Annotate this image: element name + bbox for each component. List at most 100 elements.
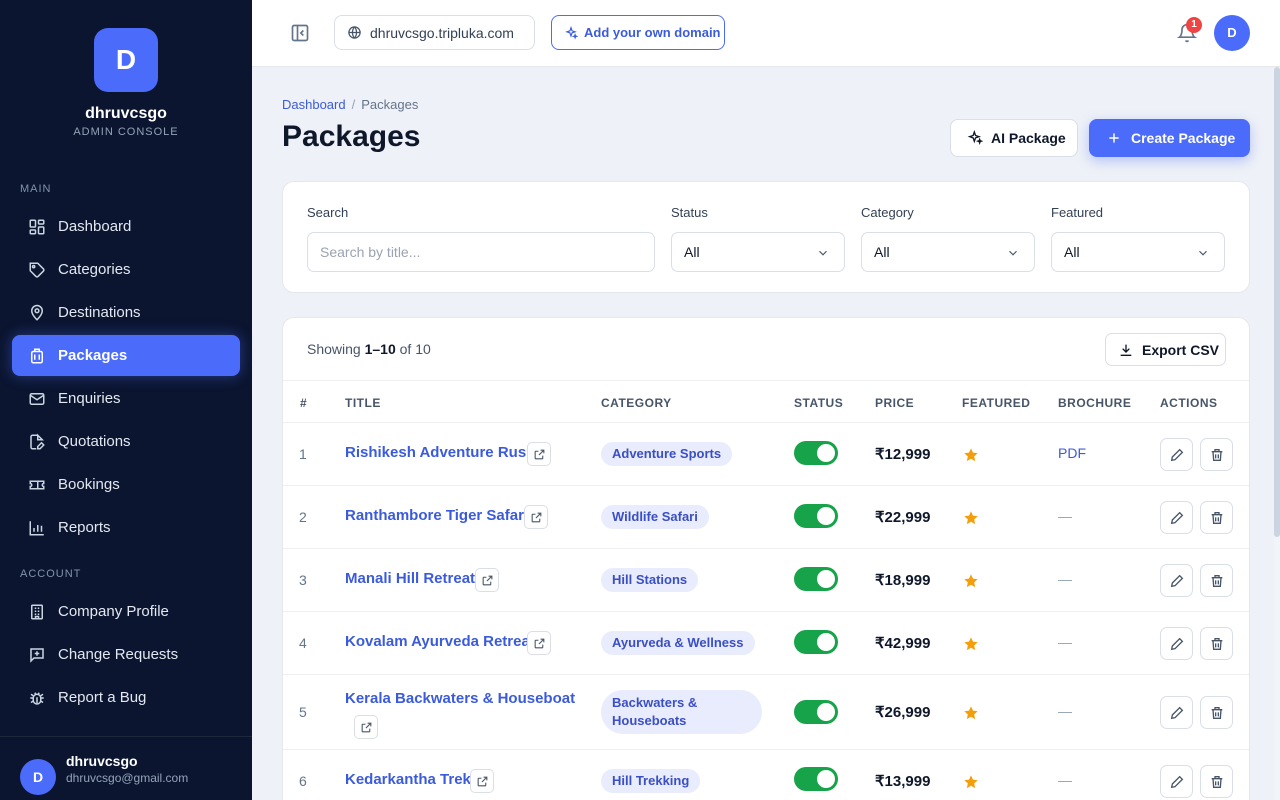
page-scrollbar[interactable] [1274,67,1280,800]
sidebar-item-destinations[interactable]: Destinations [12,292,240,333]
row-number: 4 [299,635,307,651]
sidebar-item-categories[interactable]: Categories [12,249,240,290]
package-title-link[interactable]: Ranthambore Tiger Safari [345,507,528,524]
sidebar-user[interactable]: D dhruvcsgo dhruvcsgo@gmail.com [0,736,252,800]
status-toggle[interactable] [794,630,838,654]
delete-button[interactable] [1200,627,1233,660]
chevron-down-icon [1009,250,1017,256]
export-csv-button[interactable]: Export CSV [1105,333,1226,366]
status-toggle[interactable] [794,700,838,724]
sidebar-item-enquiries[interactable]: Enquiries [12,378,240,419]
table-row: 3 Manali Hill Retreat Hill Stations ₹18,… [283,549,1249,612]
sidebar-item-bookings[interactable]: Bookings [12,464,240,505]
sidebar-item-label: Enquiries [58,390,121,407]
star-icon[interactable] [963,705,979,721]
open-external-button[interactable] [470,769,494,793]
brand-name: dhruvcsgo [85,105,167,122]
star-icon[interactable] [963,447,979,463]
edit-button[interactable] [1160,696,1193,729]
package-title-link[interactable]: Kerala Backwaters & Houseboat [345,690,575,707]
sidebar-item-company-profile[interactable]: Company Profile [12,591,240,632]
open-external-button[interactable] [527,631,551,655]
star-icon[interactable] [963,636,979,652]
delete-button[interactable] [1200,501,1233,534]
star-icon[interactable] [963,510,979,526]
package-price: ₹12,999 [875,446,931,463]
status-label: Status [671,205,708,220]
package-title-link[interactable]: Kovalam Ayurveda Retreat [345,633,535,650]
status-toggle[interactable] [794,441,838,465]
sidebar-item-change-requests[interactable]: Change Requests [12,634,240,675]
category-badge: Hill Trekking [601,769,701,793]
category-select[interactable]: All [861,232,1035,272]
delete-button[interactable] [1200,564,1233,597]
star-icon[interactable] [963,774,979,790]
top-bar: dhruvcsgo.tripluka.com Add your own doma… [252,0,1280,67]
pencil-icon [1170,574,1184,588]
search-input[interactable]: Search by title... [307,232,655,272]
category-badge: Ayurveda & Wellness [601,631,755,655]
section-label-main: MAIN [20,183,52,195]
delete-button[interactable] [1200,765,1233,798]
package-title-link[interactable]: Kedarkantha Trek [345,771,471,788]
sidebar-collapse-icon[interactable] [290,23,310,43]
user-avatar-button[interactable]: D [1214,15,1250,51]
sidebar-item-quotations[interactable]: Quotations [12,421,240,462]
featured-select[interactable]: All [1051,232,1225,272]
domain-text: dhruvcsgo.tripluka.com [370,24,514,41]
row-number: 3 [299,572,307,588]
brochure-link[interactable]: PDF [1058,445,1086,461]
edit-button[interactable] [1160,627,1193,660]
package-title-link[interactable]: Manali Hill Retreat [345,570,475,587]
edit-button[interactable] [1160,564,1193,597]
domain-link[interactable]: dhruvcsgo.tripluka.com [334,15,535,50]
sidebar-item-label: Quotations [58,433,131,450]
sidebar-item-label: Packages [58,347,128,364]
category-badge: Wildlife Safari [601,505,709,529]
package-price: ₹22,999 [875,509,931,526]
trash-icon [1211,512,1223,524]
edit-button[interactable] [1160,501,1193,534]
external-link-icon [534,638,545,649]
delete-button[interactable] [1200,438,1233,471]
open-external-button[interactable] [527,442,551,466]
status-toggle[interactable] [794,504,838,528]
scrollbar-thumb[interactable] [1274,67,1280,537]
brand-logo[interactable]: D [94,28,158,92]
add-domain-button[interactable]: Add your own domain [551,15,725,50]
open-external-button[interactable] [354,715,378,739]
category-label: Category [861,205,914,220]
ai-package-button[interactable]: AI Package [950,119,1078,157]
mail-icon [29,392,45,405]
breadcrumb-dashboard-link[interactable]: Dashboard [282,97,346,112]
column-header-status: STATUS [794,396,844,410]
package-price: ₹26,999 [875,704,931,721]
sidebar-item-report-bug[interactable]: Report a Bug [12,677,240,718]
external-link-icon [477,776,488,787]
row-number: 2 [299,509,307,525]
luggage-icon [31,348,43,363]
toggle-knob [817,444,835,462]
sidebar-item-packages[interactable]: Packages [12,335,240,376]
row-number: 6 [299,773,307,789]
status-select[interactable]: All [671,232,845,272]
user-email: dhruvcsgo@gmail.com [66,771,189,785]
open-external-button[interactable] [475,568,499,592]
delete-button[interactable] [1200,696,1233,729]
sidebar-item-dashboard[interactable]: Dashboard [12,206,240,247]
category-badge: Hill Stations [601,568,699,592]
edit-button[interactable] [1160,765,1193,798]
status-toggle[interactable] [794,767,838,791]
create-package-label: Create Package [1131,130,1236,146]
sidebar-item-reports[interactable]: Reports [12,507,240,548]
external-link-icon [534,449,545,460]
row-number: 1 [299,446,307,462]
package-title-link[interactable]: Rishikesh Adventure Rush [345,444,535,461]
sparkles-icon [967,130,983,145]
open-external-button[interactable] [524,505,548,529]
sidebar: D dhruvcsgo ADMIN CONSOLE MAIN Dashboard… [0,0,252,800]
edit-button[interactable] [1160,438,1193,471]
star-icon[interactable] [963,573,979,589]
status-toggle[interactable] [794,567,838,591]
create-package-button[interactable]: Create Package [1089,119,1250,157]
